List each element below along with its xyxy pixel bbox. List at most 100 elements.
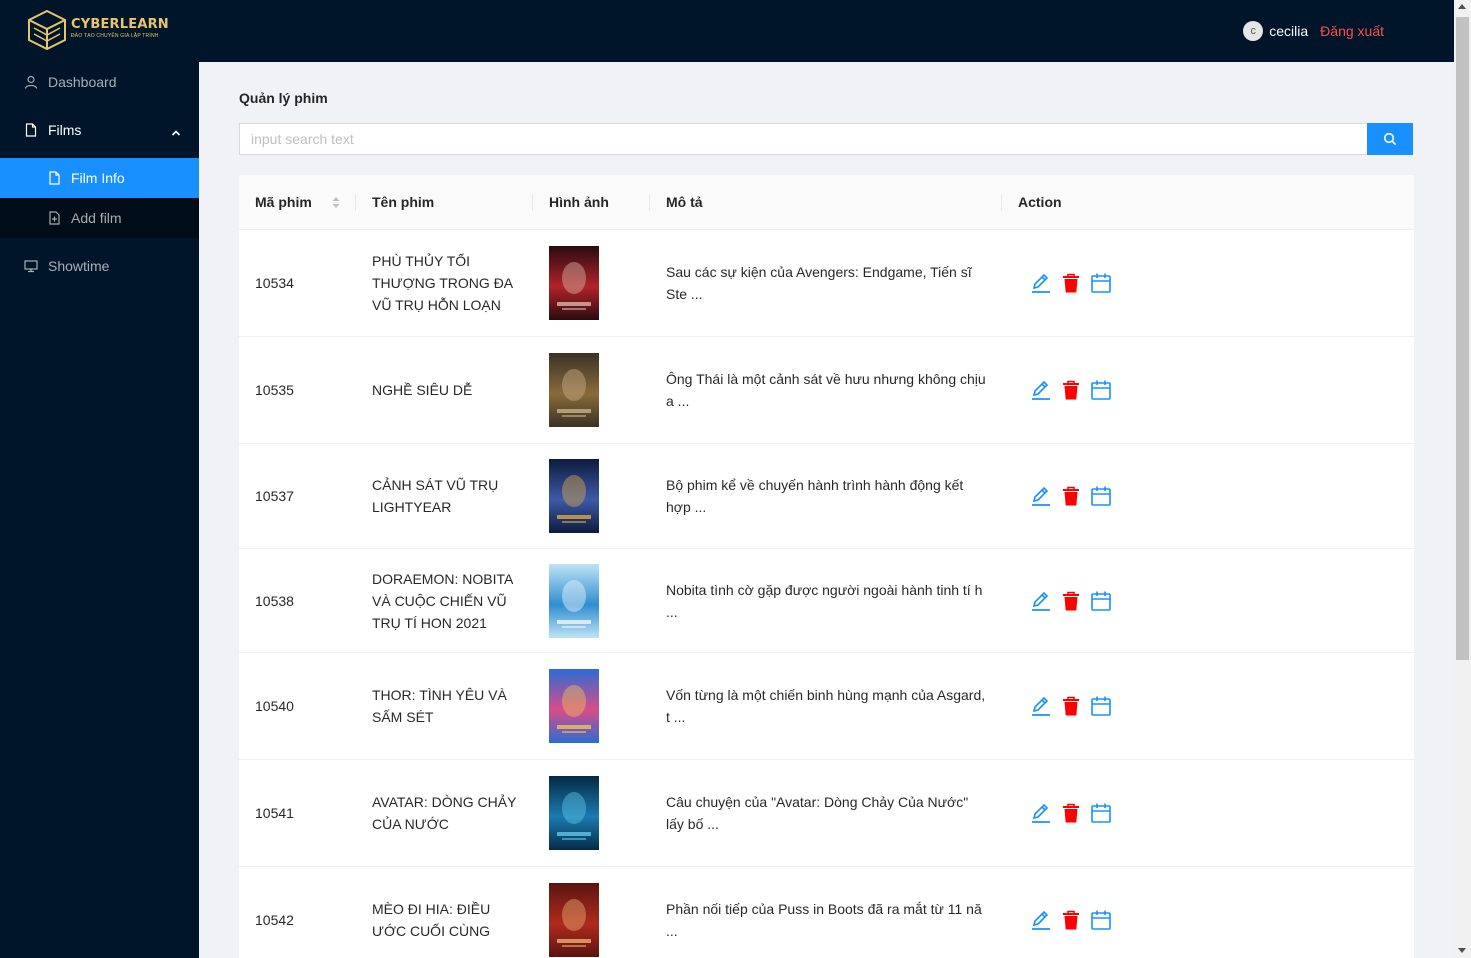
film-id: 10535	[255, 382, 294, 398]
table-body: 10534 PHÙ THỦY TỐI THƯỢNG TRONG ĐA VŨ TR…	[239, 230, 1414, 958]
film-poster	[549, 882, 599, 957]
column-header-description: Mô tả	[650, 175, 1002, 229]
film-poster-cell	[533, 337, 650, 443]
film-id: 10537	[255, 488, 294, 504]
calendar-icon[interactable]	[1090, 379, 1112, 401]
film-id: 10534	[255, 275, 294, 291]
column-header-id[interactable]: Mã phim	[239, 175, 356, 229]
table-row: 10535 NGHỀ SIÊU DỄ Ông Thái là một cảnh …	[239, 337, 1414, 444]
delete-icon[interactable]	[1060, 695, 1082, 717]
delete-icon[interactable]	[1060, 379, 1082, 401]
delete-icon[interactable]	[1060, 909, 1082, 931]
film-name: AVATAR: DÒNG CHẢY CỦA NƯỚC	[372, 794, 517, 832]
sidebar-item-film-info[interactable]: Film Info	[0, 158, 199, 198]
delete-icon[interactable]	[1060, 590, 1082, 612]
scrollbar-thumb[interactable]	[1456, 17, 1469, 660]
film-description: Vốn từng là một chiến binh hùng mạnh của…	[666, 687, 986, 725]
calendar-icon[interactable]	[1090, 590, 1112, 612]
edit-icon[interactable]	[1030, 802, 1052, 824]
film-poster	[549, 246, 599, 320]
film-name: MÈO ĐI HIA: ĐIỀU ƯỚC CUỐI CÙNG	[372, 900, 491, 939]
file-add-icon	[48, 211, 61, 225]
table-row: 10537 CẢNH SÁT VŨ TRỤ LIGHTYEAR Bộ phim …	[239, 444, 1414, 549]
delete-icon[interactable]	[1060, 802, 1082, 824]
sidebar-subitem-label: Film Info	[71, 170, 125, 186]
action-cell	[1002, 337, 1414, 443]
film-description: Bộ phim kể về chuyến hành trình hành độn…	[666, 477, 964, 515]
table-row: 10541 AVATAR: DÒNG CHẢY CỦA NƯỚC Câu chu…	[239, 760, 1414, 867]
sidebar-item-showtime[interactable]: Showtime	[0, 246, 199, 286]
column-header-image: Hình ảnh	[533, 175, 650, 229]
search-input[interactable]	[239, 123, 1367, 155]
scroll-down-arrow-icon[interactable]	[1458, 948, 1466, 953]
films-table: Mã phim Tên phim Hình ảnh Mô tả Action 1…	[239, 175, 1414, 958]
sidebar-item-dashboard[interactable]: Dashboard	[0, 62, 199, 102]
film-poster-cell	[533, 549, 650, 652]
film-description: Ông Thái là một cảnh sát về hưu nhưng kh…	[666, 371, 986, 409]
user-icon	[24, 75, 38, 89]
sidebar-item-label: Films	[48, 122, 82, 138]
table-row: 10534 PHÙ THỦY TỐI THƯỢNG TRONG ĐA VŨ TR…	[239, 230, 1414, 337]
search-button[interactable]	[1367, 123, 1413, 155]
table-row: 10538 DORAEMON: NOBITA VÀ CUỘC CHIẾN VŨ …	[239, 549, 1414, 653]
main-content: Quản lý phim Mã phim Tên phim Hình ảnh M…	[199, 62, 1454, 958]
sidebar-subitem-label: Add film	[71, 210, 122, 226]
edit-icon[interactable]	[1030, 695, 1052, 717]
delete-icon[interactable]	[1060, 485, 1082, 507]
calendar-icon[interactable]	[1090, 802, 1112, 824]
action-cell	[1002, 444, 1414, 548]
film-poster-cell	[533, 760, 650, 866]
edit-icon[interactable]	[1030, 379, 1052, 401]
user-area: c cecilia Đăng xuất	[1243, 21, 1384, 41]
delete-icon[interactable]	[1060, 272, 1082, 294]
film-poster-cell	[533, 653, 650, 759]
sort-icon[interactable]	[332, 196, 340, 209]
avatar[interactable]: c	[1243, 21, 1264, 41]
calendar-icon[interactable]	[1090, 695, 1112, 717]
edit-icon[interactable]	[1030, 272, 1052, 294]
desktop-icon	[24, 259, 38, 273]
film-poster	[549, 459, 599, 533]
edit-icon[interactable]	[1030, 590, 1052, 612]
action-cell	[1002, 760, 1414, 866]
logout-link[interactable]: Đăng xuất	[1320, 23, 1384, 39]
film-poster-cell	[533, 444, 650, 548]
page-scrollbar[interactable]	[1454, 0, 1471, 958]
username: cecilia	[1269, 23, 1309, 39]
calendar-icon[interactable]	[1090, 272, 1112, 294]
film-poster	[549, 563, 599, 638]
logo-text: CYBERLEARN	[71, 17, 169, 32]
top-header: CYBERLEARN ĐÀO TẠO CHUYÊN GIA LẬP TRÌNH …	[0, 0, 1454, 62]
film-poster	[549, 353, 599, 427]
sidebar-item-label: Showtime	[48, 258, 110, 274]
search-icon	[1383, 132, 1397, 146]
calendar-icon[interactable]	[1090, 485, 1112, 507]
sidebar-item-label: Dashboard	[48, 74, 117, 90]
cyberlearn-logo[interactable]: CYBERLEARN ĐÀO TẠO CHUYÊN GIA LẬP TRÌNH	[26, 8, 176, 54]
film-description: Câu chuyện của "Avatar: Dòng Chảy Của Nư…	[666, 794, 969, 832]
action-cell	[1002, 653, 1414, 759]
calendar-icon[interactable]	[1090, 909, 1112, 931]
scroll-up-arrow-icon[interactable]	[1458, 4, 1466, 9]
film-name: PHÙ THỦY TỐI THƯỢNG TRONG ĐA VŨ TRỤ HỖN …	[372, 253, 513, 313]
film-name: CẢNH SÁT VŨ TRỤ LIGHTYEAR	[372, 477, 499, 515]
edit-icon[interactable]	[1030, 485, 1052, 507]
table-header: Mã phim Tên phim Hình ảnh Mô tả Action	[239, 175, 1414, 230]
logo-subtext: ĐÀO TẠO CHUYÊN GIA LẬP TRÌNH	[71, 33, 159, 39]
action-cell	[1002, 230, 1414, 336]
film-id: 10540	[255, 698, 294, 714]
action-cell	[1002, 867, 1414, 958]
page-title: Quản lý phim	[239, 90, 328, 106]
film-poster-cell	[533, 867, 650, 958]
film-name: DORAEMON: NOBITA VÀ CUỘC CHIẾN VŨ TRỤ TÍ…	[372, 570, 513, 631]
sidebar: Dashboard Films Film Info Add film Showt…	[0, 62, 199, 958]
file-icon	[48, 171, 61, 185]
sidebar-item-add-film[interactable]: Add film	[0, 198, 199, 238]
edit-icon[interactable]	[1030, 909, 1052, 931]
film-name: NGHỀ SIÊU DỄ	[372, 382, 473, 398]
film-poster-cell	[533, 230, 650, 336]
file-icon	[24, 123, 38, 137]
action-cell	[1002, 549, 1414, 652]
sidebar-item-films[interactable]: Films	[0, 110, 199, 150]
chevron-up-icon	[171, 125, 181, 136]
